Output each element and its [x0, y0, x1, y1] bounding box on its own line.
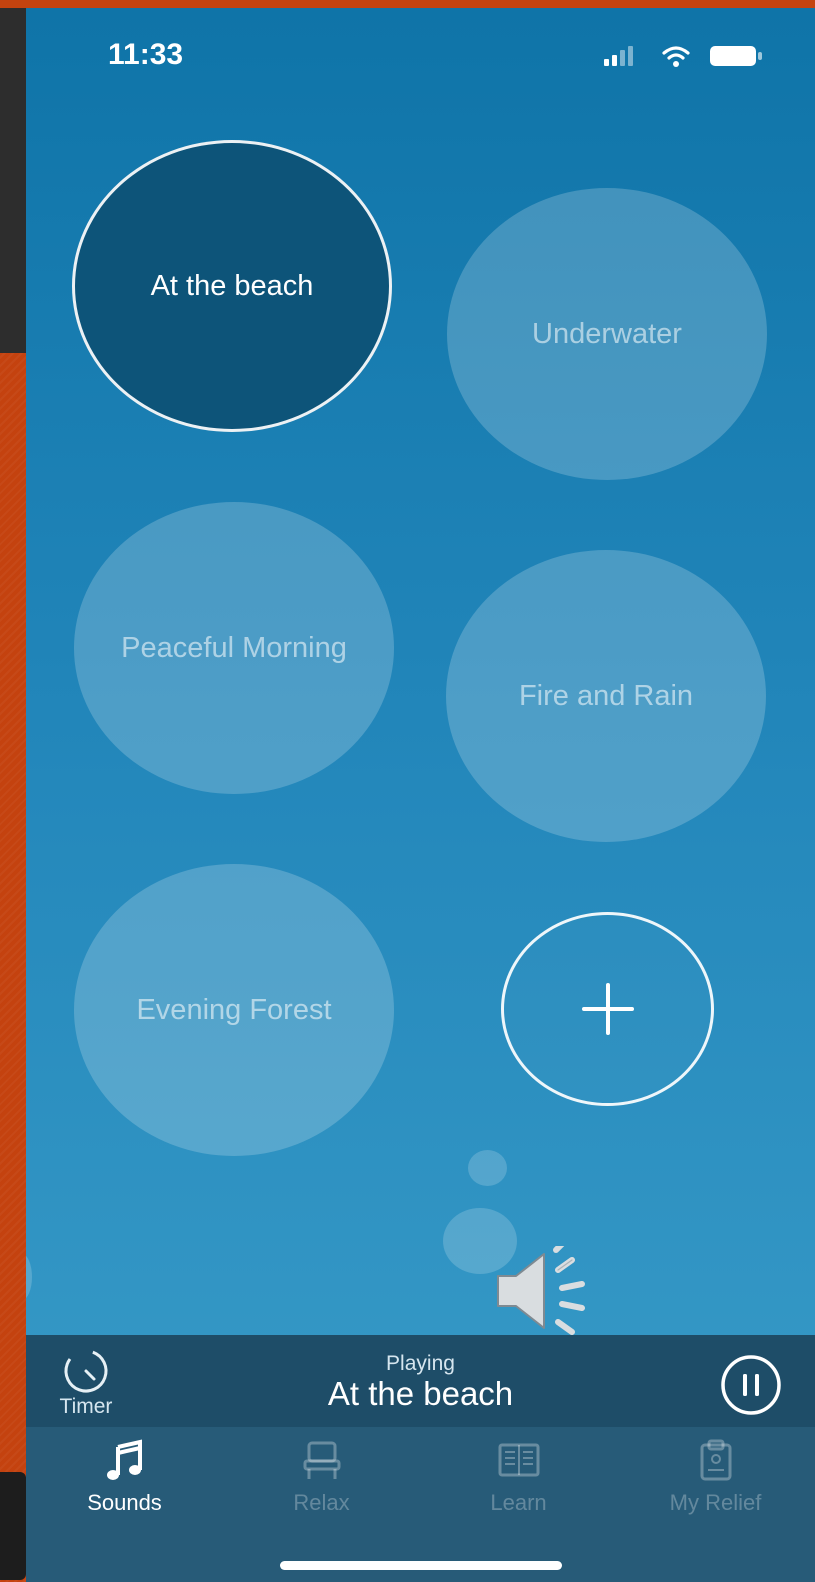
playing-status-label: Playing: [386, 1352, 455, 1375]
pause-button[interactable]: [719, 1353, 783, 1417]
music-note-icon: [107, 1439, 142, 1480]
signal-icon: [604, 46, 633, 66]
tab-label: Sounds: [87, 1490, 162, 1515]
plus-icon: [581, 983, 634, 1035]
sound-label: Underwater: [532, 317, 682, 350]
status-time: 11:33: [108, 38, 184, 71]
tab-label: Learn: [490, 1490, 547, 1515]
now-playing-bar[interactable]: Timer Playing At the beach: [26, 1335, 815, 1427]
left-edge-box: [0, 1472, 26, 1580]
sound-bubble-peaceful-morning[interactable]: Peaceful Morning: [74, 502, 394, 794]
decorative-bubble-edge: [26, 1254, 32, 1300]
book-icon: [498, 1443, 540, 1477]
home-indicator[interactable]: [280, 1561, 562, 1570]
slide-frame: 11:33 At the beach Underwater Peaceful M…: [0, 0, 815, 1582]
pause-icon: [721, 1355, 781, 1415]
tab-relax[interactable]: Relax: [223, 1427, 420, 1537]
chair-icon: [303, 1441, 341, 1479]
decorative-bubble-small: [468, 1150, 507, 1186]
now-playing-title: At the beach: [327, 1375, 514, 1412]
status-icons: [604, 46, 762, 67]
tab-my-relief[interactable]: My Relief: [617, 1427, 814, 1537]
tab-bar: Sounds Relax Learn My Relief: [26, 1427, 815, 1582]
sound-label: At the beach: [150, 269, 314, 302]
sound-bubble-underwater[interactable]: Underwater: [447, 188, 767, 480]
clipboard-icon: [700, 1439, 732, 1481]
sound-label: Fire and Rain: [518, 679, 694, 712]
top-strip: [0, 0, 815, 8]
speaker-icon[interactable]: [494, 1246, 594, 1336]
tab-label: Relax: [293, 1490, 350, 1515]
wifi-icon: [662, 46, 690, 67]
sound-bubble-fire-and-rain[interactable]: Fire and Rain: [446, 550, 766, 842]
add-sound-button[interactable]: [501, 912, 714, 1106]
phone-screen: 11:33 At the beach Underwater Peaceful M…: [26, 8, 815, 1582]
tab-sounds[interactable]: Sounds: [26, 1427, 223, 1537]
battery-icon: [710, 46, 762, 66]
tab-learn[interactable]: Learn: [420, 1427, 617, 1537]
sound-bubble-at-the-beach[interactable]: At the beach: [72, 140, 392, 432]
sound-label: Evening Forest: [136, 993, 332, 1026]
sound-bubble-evening-forest[interactable]: Evening Forest: [74, 864, 394, 1156]
sound-label: Peaceful Morning: [121, 631, 347, 664]
tab-label: My Relief: [669, 1490, 762, 1515]
